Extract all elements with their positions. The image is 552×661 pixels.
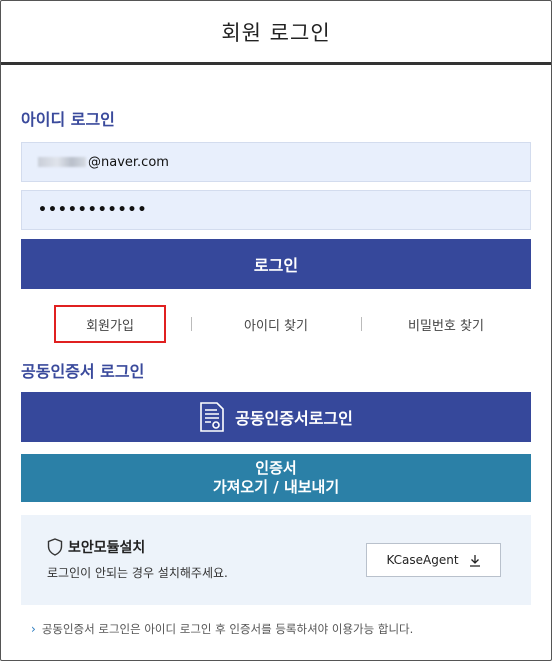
cert-import-line2: 가져오기 / 내보내기: [212, 478, 340, 496]
security-module-title-text: 보안모듈설치: [68, 540, 146, 556]
login-button[interactable]: 로그인: [21, 239, 531, 289]
kcaseagent-label: KCaseAgent: [386, 553, 459, 567]
cert-import-line1: 인증서: [255, 459, 297, 477]
find-password-link[interactable]: 비밀번호 찾기: [371, 305, 521, 343]
password-input[interactable]: •••••••••••: [21, 190, 531, 230]
page-header: 회원 로그인: [1, 1, 551, 65]
account-links: 회원가입 아이디 찾기 비밀번호 찾기: [21, 305, 531, 343]
id-login-heading: 아이디 로그인: [21, 110, 115, 129]
download-icon: [469, 554, 481, 567]
link-divider: [361, 317, 362, 331]
id-input[interactable]: @naver.com: [21, 142, 531, 182]
security-module-box: 보안모듈설치 로그인이 안되는 경우 설치해주세요. KCaseAgent: [21, 515, 531, 605]
find-password-link-label: 비밀번호 찾기: [408, 318, 484, 334]
certificate-icon: [199, 401, 225, 433]
password-mask: •••••••••••: [38, 202, 148, 218]
security-module-title: 보안모듈설치: [47, 537, 145, 557]
cert-login-button[interactable]: 공동인증서로그인: [21, 392, 531, 442]
find-id-link-label: 아이디 찾기: [244, 318, 308, 334]
chevron-right-icon: ›: [31, 622, 36, 636]
id-value-suffix: @naver.com: [88, 154, 169, 170]
login-button-label: 로그인: [253, 256, 299, 275]
cert-import-export-button[interactable]: 인증서 가져오기 / 내보내기: [21, 454, 531, 502]
security-module-description: 로그인이 안되는 경우 설치해주세요.: [47, 566, 228, 580]
page-title: 회원 로그인: [221, 20, 331, 45]
signup-link[interactable]: 회원가입: [54, 305, 166, 343]
shield-icon: [47, 538, 63, 556]
kcaseagent-download-button[interactable]: KCaseAgent: [366, 543, 501, 577]
cert-notice: › 공동인증서 로그인은 아이디 로그인 후 인증서를 등록하셔야 이용가능 합…: [31, 621, 413, 637]
cert-login-heading: 공동인증서 로그인: [21, 362, 145, 381]
blurred-id-text: [38, 157, 86, 167]
cert-login-button-label: 공동인증서로그인: [235, 409, 353, 428]
cert-notice-text: 공동인증서 로그인은 아이디 로그인 후 인증서를 등록하셔야 이용가능 합니다…: [41, 622, 414, 636]
find-id-link[interactable]: 아이디 찾기: [206, 305, 346, 343]
link-divider: [191, 317, 192, 331]
signup-link-label: 회원가입: [86, 318, 134, 334]
